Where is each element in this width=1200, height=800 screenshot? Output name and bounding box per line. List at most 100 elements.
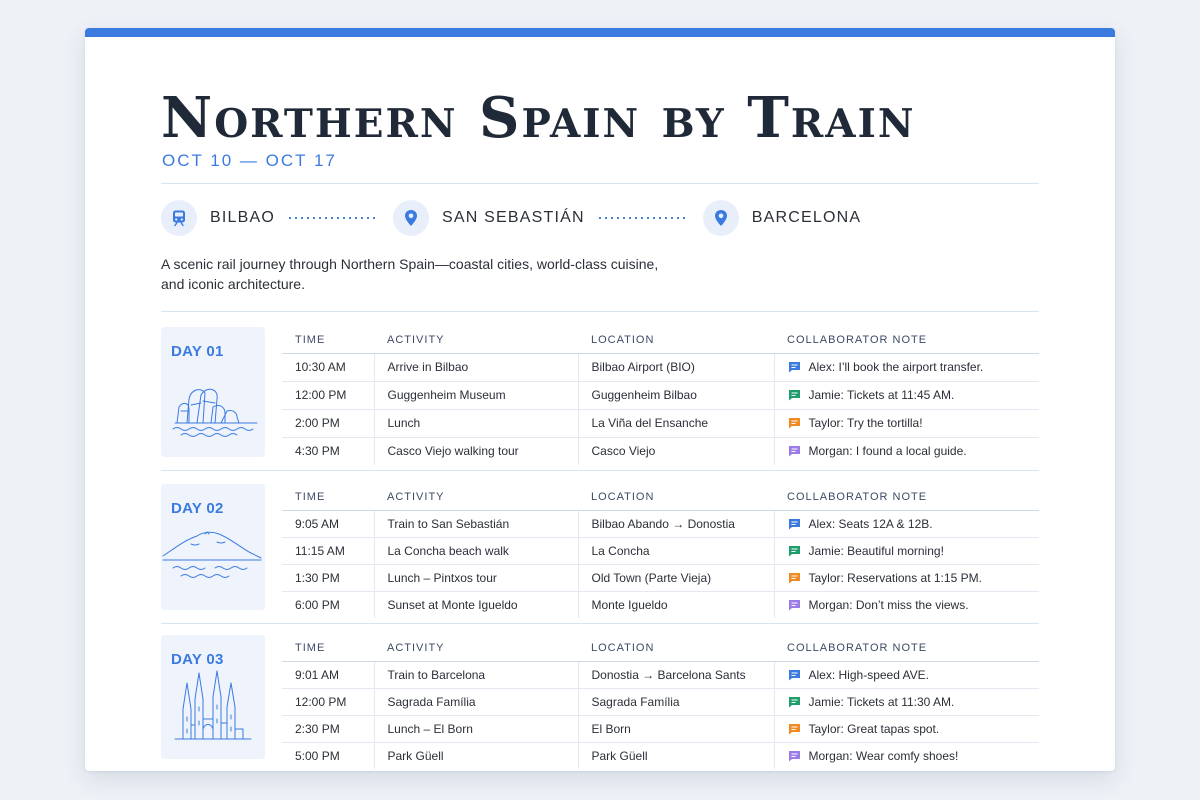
day-section: DAY 02 TIME ACTIVITY LOCATION COLLABORAT…: [161, 484, 1039, 624]
table-header-row: TIME ACTIVITY LOCATION COLLABORATOR NOTE: [282, 327, 1039, 354]
comment-icon: [788, 572, 800, 583]
note-text: Alex: High-speed AVE.: [808, 667, 930, 682]
comment-icon: [788, 390, 800, 401]
schedule-table: TIME ACTIVITY LOCATION COLLABORATOR NOTE…: [282, 635, 1039, 769]
cell-location: Bilbao Airport (BIO): [577, 353, 774, 382]
cell-activity: Train to Barcelona: [373, 661, 578, 689]
cell-note: Jamie: Beautiful morning!: [773, 537, 1039, 565]
column-header-note: COLLABORATOR NOTE: [774, 635, 1039, 662]
note-text: Taylor: Reservations at 1:15 PM.: [808, 570, 982, 585]
column-header-time: TIME: [282, 635, 374, 662]
train-icon: [161, 200, 197, 236]
table-row: 11:15 AM La Concha beach walk La Concha …: [282, 537, 1039, 565]
cell-time: 12:00 PM: [282, 688, 374, 716]
route-bar: BILBAO SAN SEBASTIÁN BARCELONA: [161, 198, 873, 238]
cell-time: 9:05 AM: [282, 510, 374, 538]
divider: [161, 311, 1039, 312]
note-text: Alex: Seats 12A & 12B.: [808, 516, 933, 531]
column-header-note: COLLABORATOR NOTE: [774, 484, 1039, 511]
note-text: Jamie: Tickets at 11:45 AM.: [808, 388, 955, 402]
cell-note: Morgan: I found a local guide.: [773, 437, 1039, 465]
comment-icon: [788, 696, 800, 707]
day-label: DAY 03: [171, 651, 224, 668]
sagrada-familia-illustration: [174, 670, 252, 740]
table-row: 6:00 PM Sunset at Monte Igueldo Monte Ig…: [282, 591, 1039, 618]
cell-location: La Concha: [577, 537, 774, 565]
trip-description: A scenic rail journey through Northern S…: [161, 256, 659, 292]
schedule-table: TIME ACTIVITY LOCATION COLLABORATOR NOTE…: [282, 484, 1039, 618]
cell-activity: Sagrada Família: [373, 688, 578, 716]
cell-location: La Viña del Ensanche: [577, 409, 774, 438]
table-row: 2:00 PM Lunch La Viña del Ensanche Taylo…: [282, 409, 1039, 438]
guggenheim-illustration: [172, 388, 258, 437]
table-row: 5:00 PM Park Güell Park Güell Morgan: We…: [282, 742, 1039, 769]
map-pin-icon: [393, 200, 430, 236]
comment-icon: [788, 518, 800, 529]
cell-note: Jamie: Tickets at 11:45 AM.: [773, 381, 1039, 410]
day-card: DAY 01: [161, 327, 265, 457]
table-header-row: TIME ACTIVITY LOCATION COLLABORATOR NOTE: [282, 484, 1039, 511]
cell-activity: Lunch – Pintxos tour: [373, 564, 578, 592]
route-stop-bilbao: BILBAO: [210, 209, 276, 226]
cell-activity: Lunch – El Born: [373, 715, 578, 743]
note-text: Morgan: I found a local guide.: [808, 444, 967, 459]
column-header-time: TIME: [282, 484, 374, 511]
day-label: DAY 01: [171, 343, 224, 360]
cell-activity: La Concha beach walk: [373, 537, 578, 565]
note-text: Morgan: Don’t miss the views.: [808, 597, 969, 612]
cell-location: Sagrada Família: [577, 688, 774, 716]
table-row: 12:00 PM Guggenheim Museum Guggenheim Bi…: [282, 381, 1039, 410]
cell-activity: Sunset at Monte Igueldo: [373, 591, 578, 618]
table-row: 10:30 AM Arrive in Bilbao Bilbao Airport…: [282, 353, 1039, 382]
table-row: 12:00 PM Sagrada Família Sagrada Família…: [282, 688, 1039, 716]
cell-time: 1:30 PM: [282, 564, 374, 592]
note-text: Taylor: Great tapas spot.: [808, 721, 940, 736]
divider: [161, 470, 1039, 471]
cell-note: Taylor: Reservations at 1:15 PM.: [773, 564, 1039, 592]
column-header-location: LOCATION: [578, 635, 774, 662]
table-row: 1:30 PM Lunch – Pintxos tour Old Town (P…: [282, 564, 1039, 592]
cell-activity: Train to San Sebastián: [373, 510, 578, 538]
page-title: Northern Spain by Train: [161, 85, 916, 151]
divider: [161, 623, 1039, 624]
cell-time: 5:00 PM: [295, 748, 340, 763]
cell-note: Jamie: Tickets at 11:30 AM.: [773, 688, 1039, 716]
route-dotted-line: [596, 217, 689, 219]
day-section: DAY 03 TIME ACTIVITY LOCATION COLLABORAT…: [161, 635, 1039, 769]
cell-note: Taylor: Great tapas spot.: [773, 715, 1039, 743]
note-text: Jamie: Tickets at 11:30 AM.: [808, 694, 955, 709]
cell-note: Alex: High-speed AVE.: [773, 661, 1039, 689]
divider: [161, 183, 1039, 184]
route-dotted-line: [287, 217, 380, 219]
comment-icon: [788, 362, 800, 373]
cell-location: Casco Viejo: [577, 437, 774, 465]
trip-dates: OCT 10 — OCT 17: [162, 151, 337, 170]
cell-note: Taylor: Try the tortilla!: [773, 409, 1039, 438]
column-header-activity: ACTIVITY: [374, 327, 578, 354]
cell-location: Monte Igueldo: [577, 591, 774, 618]
itinerary-card: Northern Spain by Train OCT 10 — OCT 17 …: [85, 28, 1115, 771]
route-stop-san-sebastian: SAN SEBASTIÁN: [442, 209, 585, 226]
table-header-row: TIME ACTIVITY LOCATION COLLABORATOR NOTE: [282, 635, 1039, 662]
column-header-location: LOCATION: [578, 484, 774, 511]
cell-location: Old Town (Parte Vieja): [577, 564, 774, 592]
cell-location: El Born: [577, 715, 774, 743]
note-text: Alex: I’ll book the airport transfer.: [808, 360, 984, 374]
route-stop-barcelona: BARCELONA: [751, 209, 862, 226]
cell-activity: Arrive in Bilbao: [373, 353, 578, 382]
comment-icon: [788, 723, 800, 734]
day-section: DAY 01 TIME ACTIVITY LOCATION COLLABORAT…: [161, 327, 1039, 471]
cell-activity: Casco Viejo walking tour: [373, 437, 578, 465]
cell-note: Morgan: Wear comfy shoes!: [773, 742, 1039, 769]
comment-icon: [788, 669, 800, 680]
comment-icon: [788, 545, 800, 556]
column-header-activity: ACTIVITY: [374, 484, 578, 511]
column-header-time: TIME: [282, 327, 374, 354]
cell-time: 11:15 AM: [282, 537, 374, 565]
cell-time: 2:30 PM: [282, 715, 374, 743]
cell-time: 6:00 PM: [295, 597, 340, 612]
cell-time: 10:30 AM: [282, 353, 374, 382]
cell-activity: Lunch: [373, 409, 578, 438]
comment-icon: [788, 418, 800, 429]
comment-icon: [788, 599, 800, 611]
